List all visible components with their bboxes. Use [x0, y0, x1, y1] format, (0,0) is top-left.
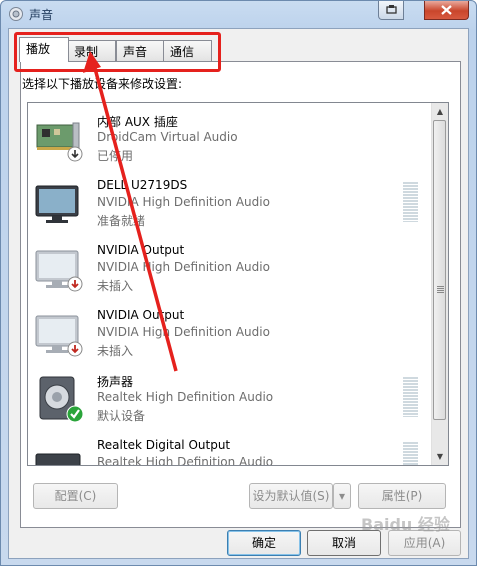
- device-description: NVIDIA High Definition Audio: [97, 195, 270, 209]
- set-default-button[interactable]: 设为默认值(S): [249, 483, 333, 509]
- speaker-icon: [39, 376, 84, 423]
- list-item[interactable]: 内部 AUX 插座 DroidCam Virtual Audio 已停用: [28, 109, 432, 174]
- device-description: NVIDIA High Definition Audio: [97, 260, 270, 274]
- volume-meter: [403, 182, 418, 222]
- properties-button[interactable]: 属性(P): [358, 483, 446, 509]
- tab-label: 播放: [26, 42, 51, 56]
- device-status: 准备就绪: [97, 214, 146, 228]
- volume-meter: [403, 442, 418, 465]
- grip-icon: [437, 286, 444, 293]
- sound-card-icon: [36, 122, 83, 162]
- device-name: DELL U2719DS: [97, 178, 188, 192]
- device-name: 扬声器: [97, 375, 134, 389]
- device-description: NVIDIA High Definition Audio: [97, 325, 270, 339]
- ok-button[interactable]: 确定: [227, 530, 301, 556]
- list-item[interactable]: Realtek Digital Output Realtek High Defi…: [28, 434, 432, 466]
- device-name: 内部 AUX 插座: [97, 115, 178, 129]
- device-status: 已停用: [97, 149, 134, 163]
- vertical-scrollbar[interactable]: ▲ ▼: [431, 103, 448, 465]
- playback-device-list[interactable]: 内部 AUX 插座 DroidCam Virtual Audio 已停用 DEL…: [27, 102, 449, 466]
- list-item[interactable]: NVIDIA Output NVIDIA High Definition Aud…: [28, 239, 432, 304]
- configure-button[interactable]: 配置(C): [33, 483, 118, 509]
- watermark: Baidu 经验: [361, 515, 450, 534]
- restore-button[interactable]: [378, 1, 404, 20]
- list-item[interactable]: 扬声器 Realtek High Definition Audio 默认设备: [28, 369, 432, 434]
- restore-icon: [386, 5, 397, 14]
- device-status: 默认设备: [97, 409, 146, 423]
- device-name: NVIDIA Output: [97, 243, 185, 257]
- list-item[interactable]: NVIDIA Output NVIDIA High Definition Aud…: [28, 304, 432, 369]
- device-description: Realtek High Definition Audio: [97, 455, 274, 466]
- device-name: NVIDIA Output: [97, 308, 185, 322]
- device-status: 未插入: [97, 279, 134, 293]
- monitor-icon: [35, 315, 83, 357]
- device-name: Realtek Digital Output: [97, 438, 231, 452]
- close-icon: [441, 5, 452, 15]
- device-description: Realtek High Definition Audio: [97, 390, 274, 404]
- speaker-icon: [9, 7, 23, 21]
- scrollbar-thumb[interactable]: [433, 120, 446, 420]
- device-description: DroidCam Virtual Audio: [97, 130, 238, 144]
- tab-playback[interactable]: 播放: [19, 37, 69, 62]
- instruction-text: 选择以下播放设备来修改设置:: [22, 77, 183, 91]
- close-button[interactable]: [424, 1, 469, 20]
- scroll-down-icon[interactable]: ▼: [432, 448, 448, 465]
- list-item[interactable]: DELL U2719DS NVIDIA High Definition Audi…: [28, 174, 432, 239]
- volume-meter: [403, 377, 418, 417]
- scroll-up-icon[interactable]: ▲: [432, 103, 448, 120]
- monitor-icon: [35, 250, 83, 292]
- title-bar[interactable]: 声音: [1, 1, 476, 27]
- monitor-icon: [35, 185, 79, 223]
- digital-output-icon: [35, 453, 81, 465]
- device-status: 未插入: [97, 344, 134, 358]
- window-title: 声音: [29, 8, 54, 22]
- set-default-dropdown[interactable]: ▾: [333, 483, 351, 509]
- chevron-down-icon: ▾: [338, 489, 346, 503]
- sound-dialog: 声音 播放 录制 声音 通信 选择以下播放设备来修改设置: 内部 AUX 插座 …: [0, 0, 477, 566]
